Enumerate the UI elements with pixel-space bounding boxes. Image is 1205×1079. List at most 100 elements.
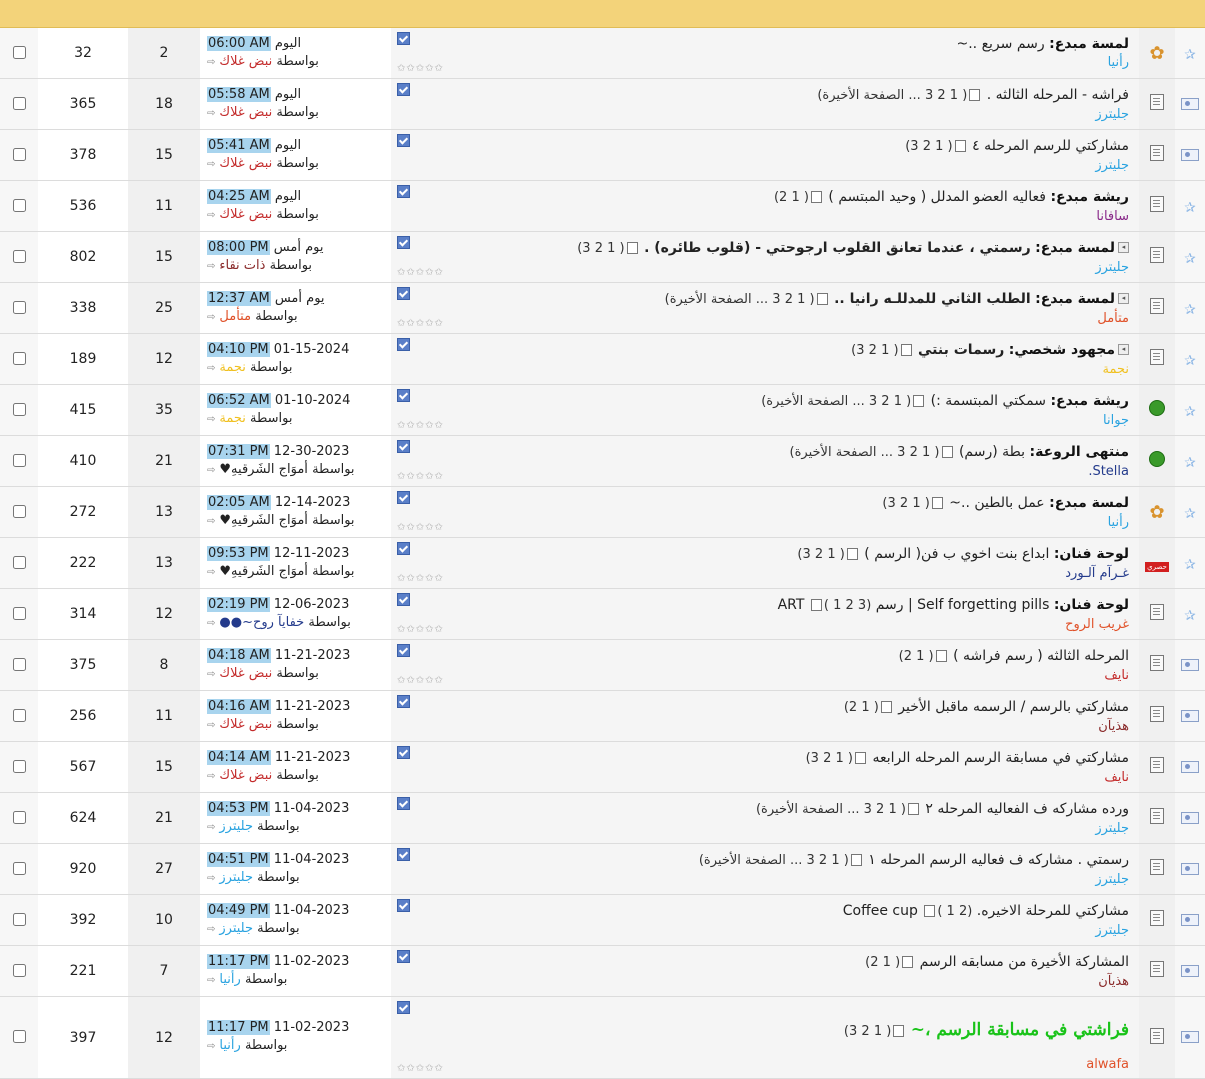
- replies-count[interactable]: 13: [128, 537, 200, 589]
- thread-select-checkbox[interactable]: [12, 504, 26, 518]
- thread-starter-link[interactable]: جليترز: [1095, 872, 1129, 887]
- replies-count[interactable]: 35: [128, 384, 200, 436]
- thread-title-link[interactable]: رسم سريع ..~: [957, 36, 1045, 52]
- thread-starter-link[interactable]: نايف: [1104, 668, 1129, 683]
- thread-starter-link[interactable]: جليترز: [1095, 260, 1129, 275]
- go-to-last-post-icon[interactable]: ⇨: [207, 1041, 215, 1052]
- thread-title-link[interactable]: مشاركتي للرسم المرحله ٤: [972, 138, 1129, 154]
- replies-count[interactable]: 21: [128, 792, 200, 844]
- thread-select-checkbox[interactable]: [12, 45, 26, 59]
- thread-select-checkbox[interactable]: [12, 759, 26, 773]
- last-post-author-link[interactable]: نجمة: [219, 411, 246, 426]
- thread-select-checkbox[interactable]: [12, 861, 26, 875]
- thread-pages-links[interactable]: ( 1 2 3): [851, 343, 913, 358]
- thread-pages-links[interactable]: ( 1 2 3): [806, 751, 868, 766]
- thread-starter-link[interactable]: جليترز: [1095, 821, 1129, 836]
- thread-pages-links[interactable]: ( 1 2 3): [882, 496, 944, 511]
- replies-count[interactable]: 15: [128, 231, 200, 283]
- thread-starter-link[interactable]: سافانا: [1096, 209, 1129, 224]
- last-post-author-link[interactable]: ذات نقاء: [219, 258, 265, 273]
- replies-count[interactable]: 12: [128, 333, 200, 385]
- thread-title-link[interactable]: المرحله الثالثه ( رسم فراشه ): [953, 648, 1129, 664]
- thread-starter-link[interactable]: هذيآن: [1098, 974, 1129, 989]
- go-to-last-post-icon[interactable]: ⇨: [207, 567, 215, 578]
- go-to-last-post-icon[interactable]: ⇨: [207, 57, 215, 68]
- thread-title-link[interactable]: الطلب الثاني للمدللـه رانيا ..: [834, 291, 1031, 307]
- go-to-last-post-icon[interactable]: ⇨: [207, 108, 215, 119]
- thread-title-link[interactable]: بطة (رسم): [959, 444, 1025, 460]
- go-to-last-post-icon[interactable]: ⇨: [207, 873, 215, 884]
- replies-count[interactable]: 18: [128, 78, 200, 130]
- thread-title-link[interactable]: مشاركتي للمرحلة الاخيره. Coffee cup: [843, 903, 1129, 919]
- last-post-author-link[interactable]: نجمة: [219, 360, 246, 375]
- go-to-last-post-icon[interactable]: ⇨: [207, 618, 215, 629]
- thread-select-checkbox[interactable]: [12, 96, 26, 110]
- thread-select-checkbox[interactable]: [12, 249, 26, 263]
- thread-starter-link[interactable]: نايف: [1104, 770, 1129, 785]
- thread-starter-link[interactable]: متأمل: [1097, 311, 1129, 326]
- thread-pages-links[interactable]: ( 1 2): [922, 904, 972, 919]
- thread-title-link[interactable]: عمل بالطين ..~: [949, 495, 1044, 511]
- go-to-last-post-icon[interactable]: ⇨: [207, 822, 215, 833]
- replies-count[interactable]: 21: [128, 435, 200, 487]
- thread-pages-links[interactable]: ( 1 2 3 ... الصفحة الأخيرة): [790, 445, 955, 460]
- thread-starter-link[interactable]: جوانا: [1103, 413, 1129, 428]
- thread-pages-links[interactable]: ( 1 2 3 ... الصفحة الأخيرة): [756, 802, 921, 817]
- go-to-last-post-icon[interactable]: ⇨: [207, 210, 215, 221]
- go-to-last-post-icon[interactable]: ⇨: [207, 465, 215, 476]
- thread-pages-links[interactable]: ( 1 2): [774, 190, 824, 205]
- thread-title-link[interactable]: سمكتي المبتسمة :): [931, 393, 1046, 409]
- thread-pages-links[interactable]: ( 1 2 3): [797, 547, 859, 562]
- go-to-last-post-icon[interactable]: ⇨: [207, 516, 215, 527]
- replies-count[interactable]: 25: [128, 282, 200, 334]
- go-to-last-post-icon[interactable]: ⇨: [207, 924, 215, 935]
- thread-select-checkbox[interactable]: [12, 963, 26, 977]
- last-post-author-link[interactable]: أموَاج الشَرقيهِ♥: [219, 564, 308, 579]
- thread-pages-links[interactable]: ( 1 2 3 ... الصفحة الأخيرة): [761, 394, 926, 409]
- thread-starter-link[interactable]: جليترز: [1095, 923, 1129, 938]
- go-to-last-post-icon[interactable]: ⇨: [207, 363, 215, 374]
- go-to-last-post-icon[interactable]: ⇨: [207, 720, 215, 731]
- thread-starter-link[interactable]: نجمة: [1103, 362, 1130, 377]
- thread-pages-links[interactable]: ( 1 2 3 ... الصفحة الأخيرة): [699, 853, 864, 868]
- thread-select-checkbox[interactable]: [12, 300, 26, 314]
- thread-starter-link[interactable]: غريب الروح: [1065, 617, 1129, 632]
- thread-starter-link[interactable]: رأنيا: [1108, 515, 1129, 530]
- replies-count[interactable]: 12: [128, 996, 200, 1079]
- last-post-author-link[interactable]: أموَاج الشَرقيهِ♥: [219, 462, 308, 477]
- replies-count[interactable]: 15: [128, 129, 200, 181]
- last-post-author-link[interactable]: متأمل: [219, 309, 251, 324]
- thread-title-link[interactable]: فراشتي في مسابقة الرسم ،~: [911, 1020, 1129, 1040]
- thread-title-link[interactable]: رسمتي ، عندما تعانق القلوب ارجوحتي - (قل…: [644, 240, 1031, 256]
- thread-title-link[interactable]: المشاركة الأخيرة من مسابقه الرسم: [920, 954, 1129, 970]
- thread-title-link[interactable]: رسمتي . مشاركه ف فعاليه الرسم المرحله ١: [868, 852, 1129, 868]
- go-to-last-post-icon[interactable]: ⇨: [207, 312, 215, 323]
- go-to-last-post-icon[interactable]: ⇨: [207, 975, 215, 986]
- replies-count[interactable]: 8: [128, 639, 200, 691]
- thread-select-checkbox[interactable]: [12, 351, 26, 365]
- thread-pages-links[interactable]: ( 1 2): [899, 649, 949, 664]
- go-to-last-post-icon[interactable]: ⇨: [207, 669, 215, 680]
- thread-select-checkbox[interactable]: [12, 912, 26, 926]
- last-post-author-link[interactable]: رأنيا: [219, 1038, 240, 1053]
- go-to-last-post-icon[interactable]: ⇨: [207, 414, 215, 425]
- last-post-author-link[interactable]: نبض غلاك: [219, 54, 272, 69]
- last-post-author-link[interactable]: خفايآ روح~●●: [219, 615, 304, 630]
- go-to-last-post-icon[interactable]: ⇨: [207, 261, 215, 272]
- replies-count[interactable]: 13: [128, 486, 200, 538]
- thread-pages-links[interactable]: ( 1 2 3 ... الصفحة الأخيرة): [817, 88, 982, 103]
- thread-title-link[interactable]: ابداع بنت اخوي ب فن( الرسم ): [864, 546, 1049, 562]
- thread-select-checkbox[interactable]: [12, 402, 26, 416]
- thread-pages-links[interactable]: ( 1 2): [865, 955, 915, 970]
- thread-pages-links[interactable]: ( 1 2 3): [905, 139, 967, 154]
- last-post-author-link[interactable]: رأنيا: [219, 972, 240, 987]
- replies-count[interactable]: 12: [128, 588, 200, 640]
- thread-starter-link[interactable]: Stella.: [1088, 464, 1129, 479]
- thread-pages-links[interactable]: ( 1 2 3): [577, 241, 639, 256]
- thread-pages-links[interactable]: ( 1 2): [844, 700, 894, 715]
- replies-count[interactable]: 11: [128, 180, 200, 232]
- thread-select-checkbox[interactable]: [12, 198, 26, 212]
- thread-title-link[interactable]: مشاركتي بالرسم / الرسمه ماقبل الأخير: [898, 699, 1129, 715]
- last-post-author-link[interactable]: نبض غلاك: [219, 717, 272, 732]
- last-post-author-link[interactable]: نبض غلاك: [219, 207, 272, 222]
